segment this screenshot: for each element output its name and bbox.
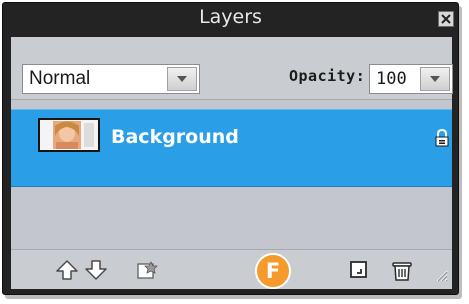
opacity-value: 100 [376, 69, 407, 89]
layer-name: Background [111, 126, 239, 148]
layers-toolbar [11, 249, 452, 289]
new-layer-icon[interactable] [349, 260, 369, 280]
layer-thumbnail [38, 118, 100, 152]
panel-titlebar[interactable]: Layers [3, 3, 458, 37]
chevron-down-icon[interactable] [420, 67, 450, 91]
layer-row-background[interactable]: Background [11, 109, 452, 187]
panel-body: Normal Opacity: 100 Background [11, 37, 453, 289]
blend-mode-value: Normal [29, 68, 91, 89]
layer-options-bar: Normal Opacity: 100 [11, 37, 453, 100]
close-icon[interactable] [438, 11, 454, 27]
resize-grip-icon[interactable] [434, 267, 448, 286]
lock-icon [435, 128, 449, 151]
layer-list-empty-area[interactable] [11, 187, 452, 249]
arrow-down-icon[interactable] [85, 260, 107, 280]
chevron-down-icon[interactable] [167, 67, 197, 91]
opacity-field[interactable]: 100 [369, 64, 453, 94]
layer-style-icon[interactable] [137, 260, 159, 280]
trash-icon[interactable] [391, 260, 413, 282]
step-badge: F [255, 253, 291, 289]
panel-title: Layers [199, 6, 262, 28]
layers-panel: Layers Normal Opacity: 100 Background [2, 2, 459, 295]
blend-mode-select[interactable]: Normal [22, 64, 200, 94]
opacity-label: Opacity: [289, 67, 366, 85]
arrow-up-icon[interactable] [56, 260, 78, 280]
